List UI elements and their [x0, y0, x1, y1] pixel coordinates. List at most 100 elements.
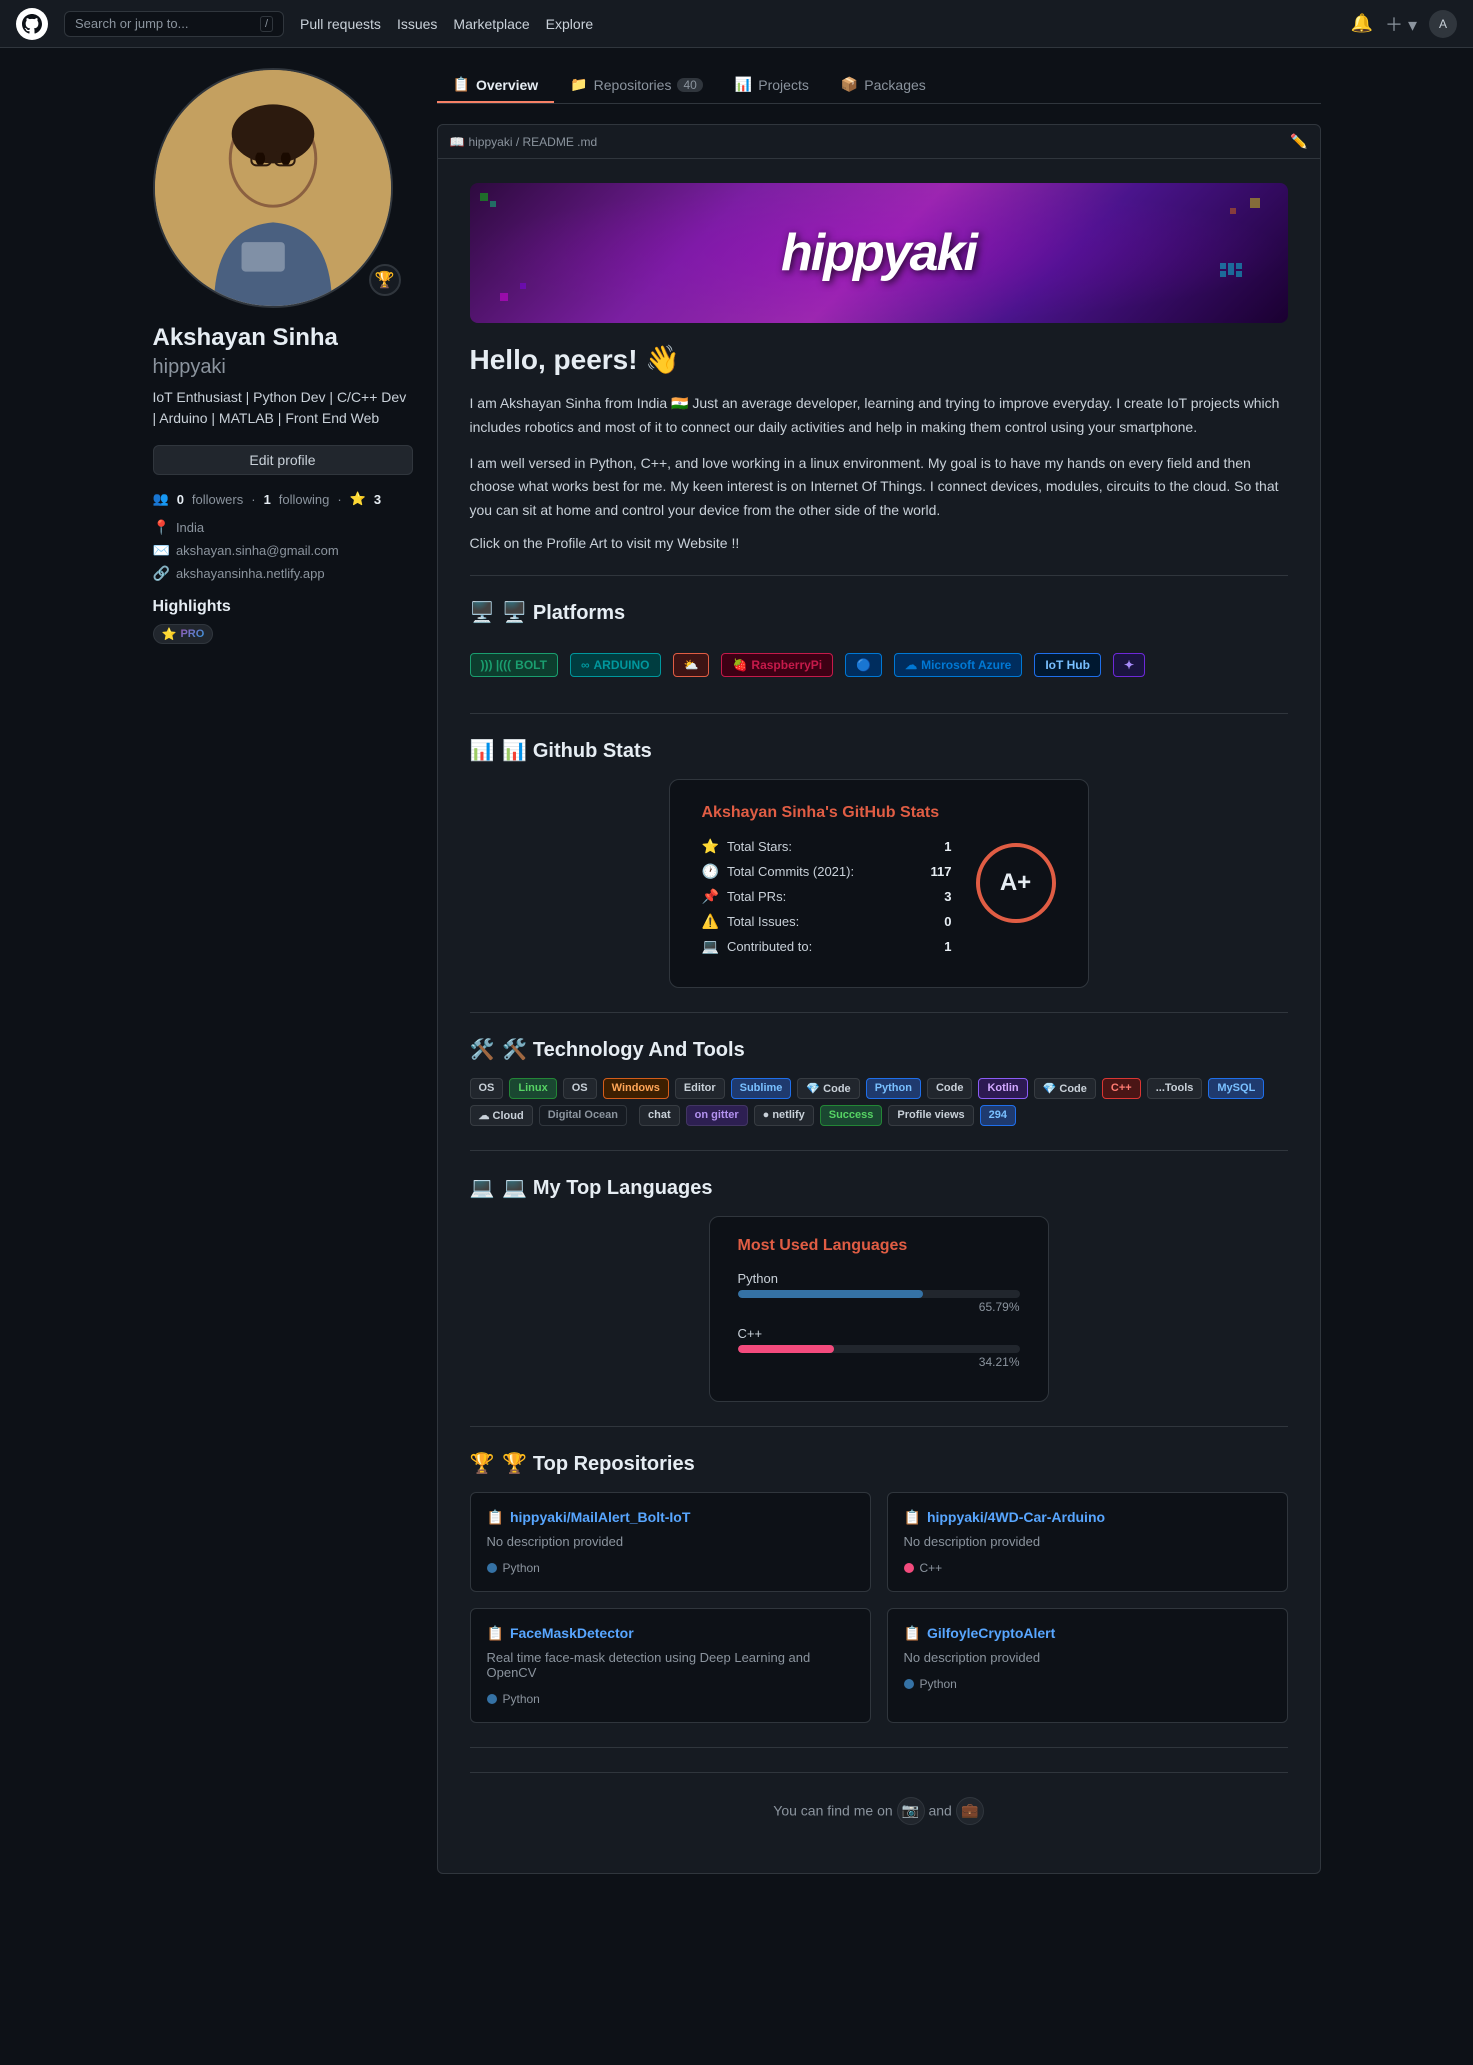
tech-cloud-label: ☁ Cloud: [470, 1105, 533, 1126]
github-stats-text: 📊 Github Stats: [502, 738, 651, 763]
footer-icons-2: 💼: [956, 1797, 984, 1825]
repo-1-lang-text: Python: [503, 1561, 540, 1575]
platform-cloud: ⛅: [673, 653, 710, 677]
profile-banner[interactable]: hippyaki: [470, 183, 1288, 323]
website-link[interactable]: akshayansinha.netlify.app: [176, 566, 325, 581]
new-item-plus[interactable]: ＋ ▾: [1385, 11, 1417, 37]
repos-grid: 📋 hippyaki/MailAlert_Bolt-IoT No descrip…: [470, 1492, 1288, 1723]
email-icon: ✉️: [153, 542, 170, 559]
repo-2-lang-dot: [904, 1563, 914, 1573]
instagram-icon[interactable]: 📷: [897, 1797, 925, 1825]
tab-repositories-label: Repositories: [594, 77, 672, 93]
repo-4-icon: 📋: [904, 1625, 921, 1642]
divider-6: [470, 1747, 1288, 1748]
banner-username: hippyaki: [781, 223, 976, 283]
nav-pull-requests[interactable]: Pull requests: [300, 16, 381, 32]
tech-title-text: 🛠️ Technology And Tools: [502, 1037, 744, 1062]
repo-4-title[interactable]: 📋 GilfoyleCryptoAlert: [904, 1625, 1271, 1642]
tech-python: Python: [866, 1078, 921, 1099]
repo-4-lang-text: Python: [920, 1677, 957, 1691]
languages-section-title: 💻 💻 My Top Languages: [470, 1175, 1288, 1200]
grade-text: A+: [1000, 869, 1031, 897]
main-content: 📋 Overview 📁 Repositories 40 📊 Projects …: [437, 68, 1321, 1898]
hello-title: Hello, peers! 👋: [470, 343, 1288, 376]
tech-emoji: 🛠️: [470, 1037, 495, 1062]
stat-contributed: 💻 Contributed to: 1: [702, 938, 952, 955]
tab-packages[interactable]: 📦 Packages: [825, 68, 942, 103]
stat-issues: ⚠️ Total Issues: 0: [702, 913, 952, 930]
nav-explore[interactable]: Explore: [546, 16, 593, 32]
tech-cpp: C++: [1102, 1078, 1141, 1099]
azure-cloud-icon: ☁: [905, 658, 917, 672]
linkedin-icon[interactable]: 💼: [956, 1797, 984, 1825]
profile-name: Akshayan Sinha: [153, 324, 413, 352]
navbar: Search or jump to... / Pull requests Iss…: [0, 0, 1473, 48]
repo-card-3: 📋 FaceMaskDetector Real time face-mask d…: [470, 1608, 871, 1723]
tech-digitalocean: Digital Ocean: [539, 1105, 627, 1126]
tech-chat-label: chat: [639, 1105, 680, 1126]
stats-card: Akshayan Sinha's GitHub Stats ⭐ Total St…: [669, 779, 1089, 988]
email-link[interactable]: akshayan.sinha@gmail.com: [176, 543, 339, 558]
repo-3-desc: Real time face-mask detection using Deep…: [487, 1650, 854, 1680]
book-icon: 📖: [450, 135, 465, 149]
languages-title-text: 💻 My Top Languages: [502, 1175, 712, 1200]
edit-profile-button[interactable]: Edit profile: [153, 445, 413, 475]
edit-readme-icon[interactable]: ✏️: [1290, 133, 1307, 150]
repo-2-lang-text: C++: [920, 1561, 943, 1575]
tech-code-label-3: 💎 Code: [1034, 1078, 1096, 1099]
platform-microsoft-azure: ☁ Microsoft Azure: [894, 653, 1022, 677]
sparkle-icon: ✦: [1124, 658, 1134, 672]
notification-bell[interactable]: 🔔: [1351, 13, 1373, 34]
repo-card-1: 📋 hippyaki/MailAlert_Bolt-IoT No descrip…: [470, 1492, 871, 1592]
tab-overview[interactable]: 📋 Overview: [437, 68, 555, 103]
user-avatar-nav[interactable]: A: [1429, 10, 1457, 38]
footer-text: You can find me on: [773, 1802, 892, 1818]
lang-python-bar: [738, 1290, 924, 1298]
stats-card-title: Akshayan Sinha's GitHub Stats: [702, 804, 952, 822]
raspberry-text: RaspberryPi: [751, 658, 822, 672]
tab-repositories[interactable]: 📁 Repositories 40: [554, 68, 719, 103]
platform-azure-icon: 🔵: [845, 653, 882, 677]
lang-cpp-item: C++ 34.21%: [738, 1326, 1020, 1369]
tech-sublime: Sublime: [731, 1078, 792, 1099]
tech-badges-container: OS Linux OS Windows Editor Sublime 💎 Cod…: [470, 1078, 1288, 1126]
stars-value: 1: [944, 839, 951, 854]
search-placeholder: Search or jump to...: [75, 16, 188, 31]
nav-marketplace[interactable]: Marketplace: [453, 16, 529, 32]
github-logo[interactable]: [16, 8, 48, 40]
footer-icons: 📷: [897, 1797, 925, 1825]
repo-1-title[interactable]: 📋 hippyaki/MailAlert_Bolt-IoT: [487, 1509, 854, 1526]
highlights-title: Highlights: [153, 598, 413, 616]
nav-issues[interactable]: Issues: [397, 16, 437, 32]
lang-cpp-bar: [738, 1345, 834, 1353]
repo-1-desc: No description provided: [487, 1534, 854, 1549]
repo-1-icon: 📋: [487, 1509, 504, 1526]
packages-icon: 📦: [841, 76, 858, 93]
projects-icon: 📊: [735, 76, 752, 93]
issues-label: Total Issues:: [727, 914, 936, 929]
repo-3-lang-dot: [487, 1694, 497, 1704]
search-bar[interactable]: Search or jump to... /: [64, 11, 284, 37]
lang-cpp-name: C++: [738, 1326, 1020, 1341]
repos-icon: 📁: [570, 76, 587, 93]
stat-commits: 🕐 Total Commits (2021): 117: [702, 863, 952, 880]
profile-avatar: [153, 68, 393, 308]
tab-projects[interactable]: 📊 Projects: [719, 68, 825, 103]
platform-arduino: ∞ ARDUINO: [570, 653, 661, 677]
platforms-grid: ))) |((( BOLT ∞ ARDUINO ⛅ 🍓: [470, 641, 1288, 689]
lang-cpp-bar-bg: [738, 1345, 1020, 1353]
avatar-initial: A: [1439, 17, 1447, 31]
website-item: 🔗 akshayansinha.netlify.app: [153, 565, 413, 582]
repo-1-lang-dot: [487, 1563, 497, 1573]
following-count: 1: [264, 492, 271, 507]
tech-profile-views-label: Profile views: [888, 1105, 973, 1126]
repo-3-title[interactable]: 📋 FaceMaskDetector: [487, 1625, 854, 1642]
repo-card-4: 📋 GilfoyleCryptoAlert No description pro…: [887, 1608, 1288, 1723]
repo-2-title[interactable]: 📋 hippyaki/4WD-Car-Arduino: [904, 1509, 1271, 1526]
lang-cpp-pct: 34.21%: [738, 1355, 1020, 1369]
pro-label: PRO: [180, 628, 204, 640]
languages-card-title: Most Used Languages: [738, 1237, 1020, 1255]
overview-icon: 📋: [453, 76, 470, 93]
divider-2: [470, 713, 1288, 714]
lang-python-pct: 65.79%: [738, 1300, 1020, 1314]
